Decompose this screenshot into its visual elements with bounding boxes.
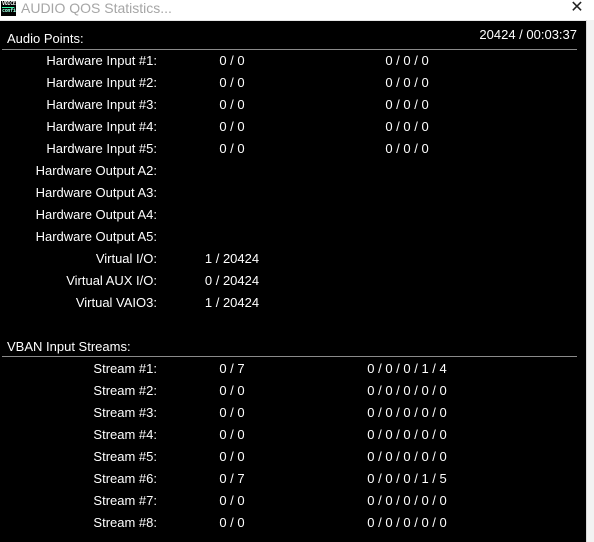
row-label: Virtual I/O: <box>95 251 157 266</box>
row-label: Stream #2: <box>93 383 157 398</box>
row-label: Hardware Input #3: <box>46 97 157 112</box>
row-value-primary: 0 / 0 <box>219 383 245 398</box>
row-value-primary: 0 / 20424 <box>204 273 260 288</box>
row-label: Stream #7: <box>93 493 157 508</box>
row-value-primary: 0 / 0 <box>219 119 245 134</box>
row-value-primary: 1 / 20424 <box>204 295 260 310</box>
row-label: Virtual VAIO3: <box>75 295 157 310</box>
row-label: Stream #1: <box>93 361 157 376</box>
row-value-secondary: 0 / 0 / 0 / 0 / 0 <box>367 383 447 398</box>
row-label: Hardware Input #1: <box>46 53 157 68</box>
row-value-secondary: 0 / 0 / 0 <box>385 141 429 156</box>
row-value-primary: 0 / 0 <box>219 75 245 90</box>
row-label: Hardware Input #5: <box>46 141 157 156</box>
row-value-primary: 0 / 0 <box>219 141 245 156</box>
vban-streams-divider <box>2 356 577 357</box>
row-value-secondary: 0 / 0 / 0 / 0 / 0 <box>367 493 447 508</box>
audio-points-divider <box>2 49 577 50</box>
row-label: Stream #8: <box>93 515 157 530</box>
row-value-primary: 0 / 0 <box>219 427 245 442</box>
row-value-secondary: 0 / 0 / 0 / 0 / 0 <box>367 515 447 530</box>
row-label: Virtual AUX I/O: <box>66 273 157 288</box>
app-icon: VOICE config <box>1 1 16 16</box>
row-value-primary: 0 / 0 <box>219 493 245 508</box>
row-label: Hardware Output A5: <box>35 229 157 244</box>
row-label: Stream #6: <box>93 471 157 486</box>
row-value-secondary: 0 / 0 / 0 / 1 / 4 <box>367 361 447 376</box>
row-label: Hardware Output A3: <box>35 185 157 200</box>
audio-points-heading: Audio Points: <box>7 31 84 46</box>
row-value-primary: 1 / 20424 <box>204 251 260 266</box>
row-value-primary: 0 / 0 <box>219 405 245 420</box>
row-value-secondary: 0 / 0 / 0 <box>385 97 429 112</box>
row-value-primary: 0 / 7 <box>219 471 245 486</box>
app-icon-bottom-text: config <box>2 8 16 14</box>
row-value-secondary: 0 / 0 / 0 / 0 / 0 <box>367 405 447 420</box>
row-value-primary: 0 / 0 <box>219 97 245 112</box>
row-value-secondary: 0 / 0 / 0 <box>385 119 429 134</box>
row-value-primary: 0 / 0 <box>219 53 245 68</box>
row-label: Hardware Output A2: <box>35 163 157 178</box>
row-value-secondary: 0 / 0 / 0 <box>385 75 429 90</box>
title-bar[interactable]: VOICE config AUDIO QOS Statistics... ✕ <box>0 0 594 21</box>
stats-counter: 20424 / 00:03:37 <box>479 27 577 42</box>
row-label: Hardware Output A4: <box>35 207 157 222</box>
row-value-primary: 0 / 0 <box>219 515 245 530</box>
row-value-secondary: 0 / 0 / 0 / 0 / 0 <box>367 427 447 442</box>
row-label: Stream #3: <box>93 405 157 420</box>
row-label: Hardware Input #4: <box>46 119 157 134</box>
row-label: Hardware Input #2: <box>46 75 157 90</box>
row-value-secondary: 0 / 0 / 0 / 1 / 5 <box>367 471 447 486</box>
row-label: Stream #5: <box>93 449 157 464</box>
close-button[interactable]: ✕ <box>560 0 594 18</box>
row-label: Stream #4: <box>93 427 157 442</box>
row-value-secondary: 0 / 0 / 0 <box>385 53 429 68</box>
row-value-secondary: 0 / 0 / 0 / 0 / 0 <box>367 449 447 464</box>
vban-streams-heading: VBAN Input Streams: <box>7 339 131 354</box>
row-value-primary: 0 / 0 <box>219 449 245 464</box>
window-border <box>586 20 594 542</box>
row-value-primary: 0 / 7 <box>219 361 245 376</box>
window-title: AUDIO QOS Statistics... <box>21 0 172 16</box>
